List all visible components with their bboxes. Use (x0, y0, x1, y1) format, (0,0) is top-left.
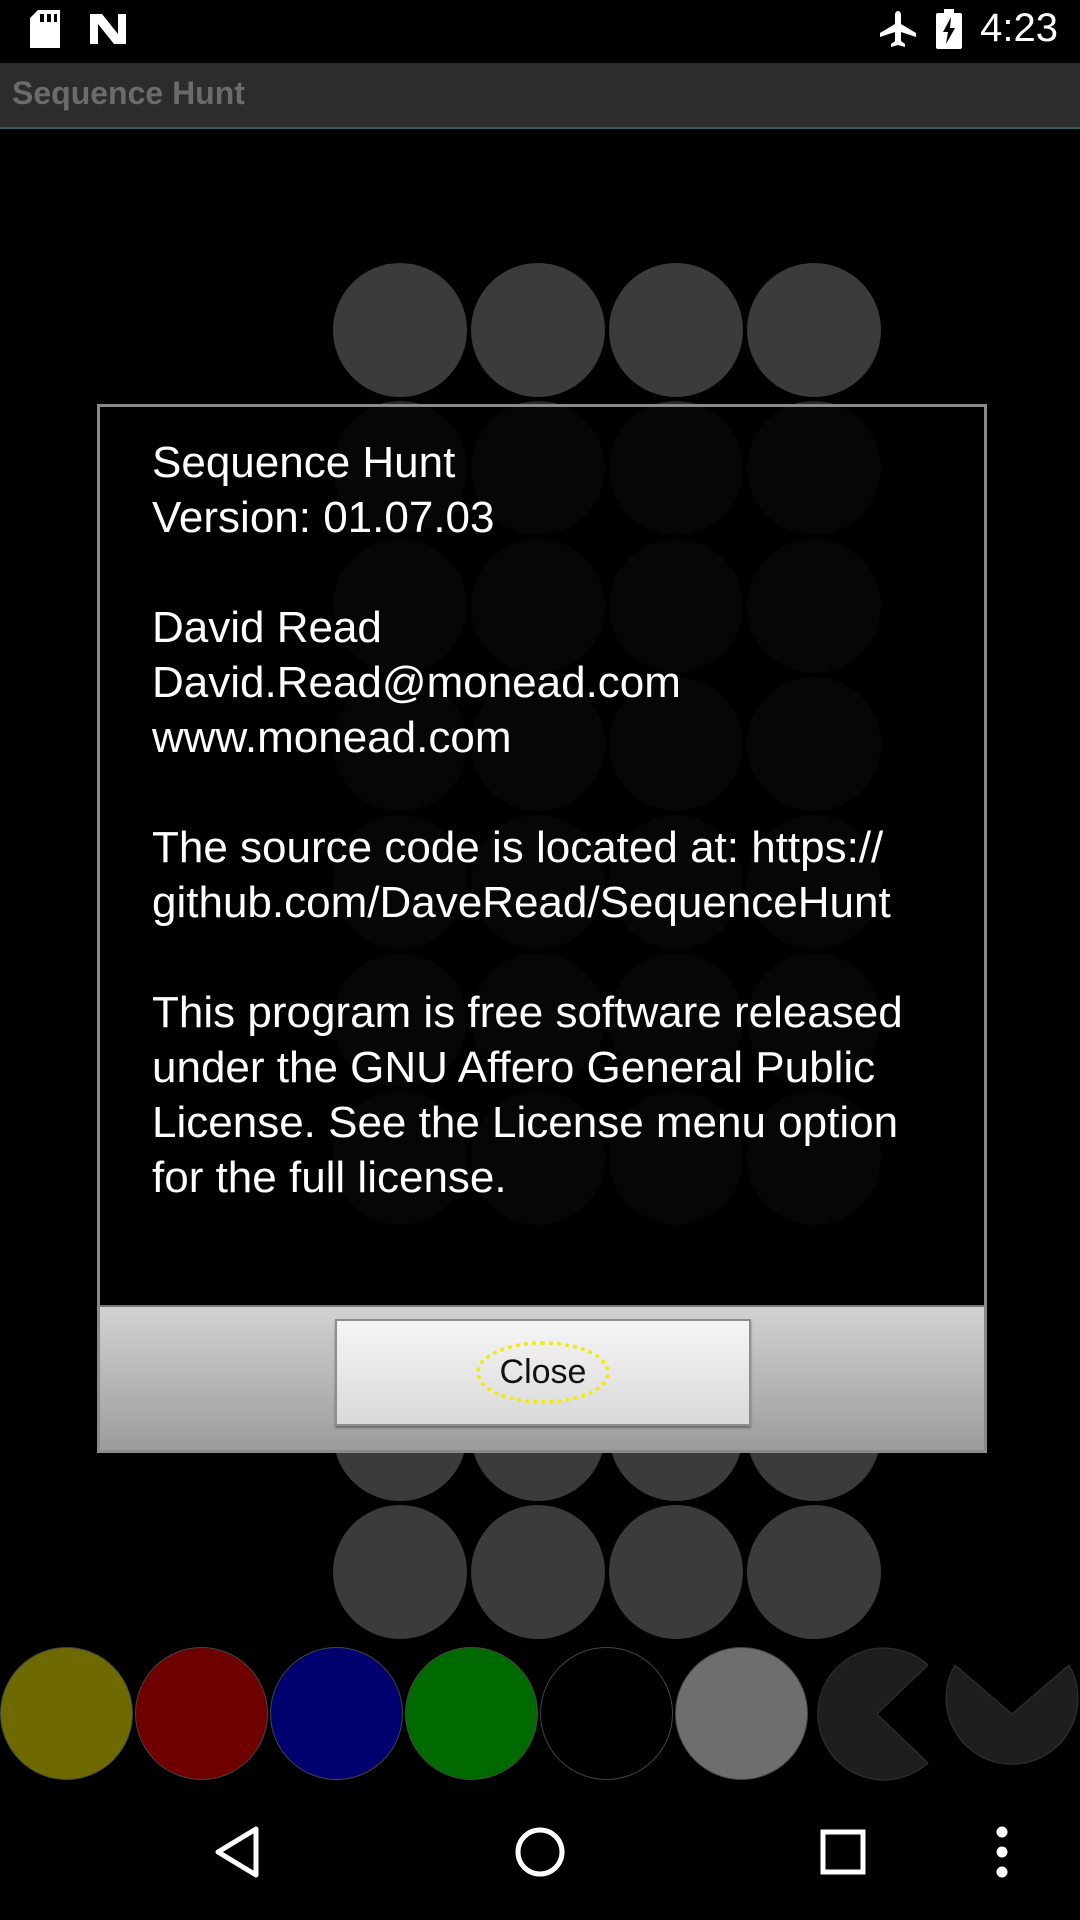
recents-icon (820, 1829, 866, 1875)
navigation-bar (0, 1782, 1080, 1920)
dialog-version: Version: 01.07.03 (152, 493, 495, 542)
close-button[interactable]: Close (335, 1319, 751, 1426)
menu-icon (996, 1826, 1008, 1878)
dialog-website: www.monead.com (152, 713, 512, 762)
dialog-app-name: Sequence Hunt (152, 438, 456, 487)
close-button-label: Close (475, 1341, 611, 1404)
back-icon (215, 1826, 259, 1878)
home-icon (515, 1827, 565, 1877)
overflow-menu-button[interactable] (962, 1812, 1042, 1892)
back-button[interactable] (197, 1812, 277, 1892)
dialog-license-text: This program is free software released u… (152, 988, 903, 1202)
dialog-footer: Close (100, 1305, 984, 1450)
about-content: Sequence Hunt Version: 01.07.03 David Re… (152, 435, 952, 1205)
dialog-source-line: The source code is located at: https:// … (152, 823, 891, 927)
home-button[interactable] (500, 1812, 580, 1892)
dialog-email: David.Read@monead.com (152, 658, 681, 707)
dialog-author: David Read (152, 603, 382, 652)
recents-button[interactable] (803, 1812, 883, 1892)
dialog-overlay: Sequence Hunt Version: 01.07.03 David Re… (0, 0, 1080, 1920)
about-dialog: Sequence Hunt Version: 01.07.03 David Re… (97, 404, 987, 1453)
